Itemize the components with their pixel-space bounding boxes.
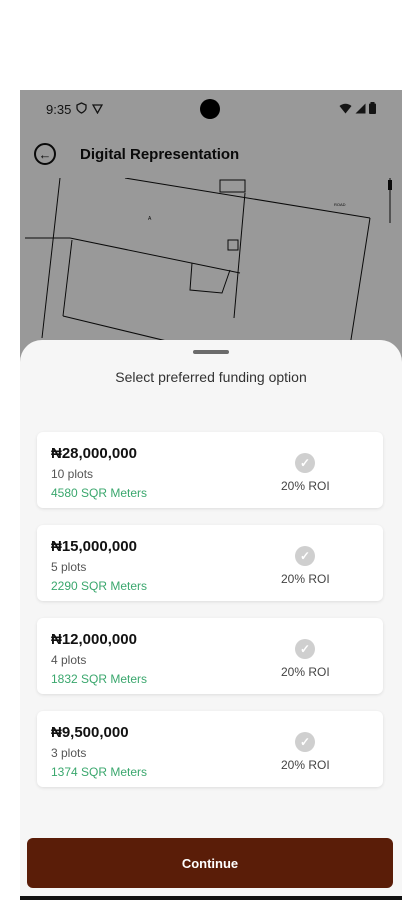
funding-option-card[interactable]: ₦15,000,000 5 plots 2290 SQR Meters ✓ 20… — [37, 525, 383, 601]
option-price: ₦28,000,000 — [51, 445, 137, 462]
option-roi: 20% ROI — [281, 758, 330, 772]
option-plots: 10 plots — [51, 467, 94, 481]
check-circle-icon[interactable]: ✓ — [295, 732, 315, 752]
option-roi: 20% ROI — [281, 572, 330, 586]
funding-option-card[interactable]: ₦12,000,000 4 plots 1832 SQR Meters ✓ 20… — [37, 618, 383, 694]
check-circle-icon[interactable]: ✓ — [295, 639, 315, 659]
funding-option-card[interactable]: ₦28,000,000 10 plots 4580 SQR Meters ✓ 2… — [37, 432, 383, 508]
device-screen: 9:35 ← Digital Representation A ROAD Sel… — [20, 90, 402, 900]
option-area: 4580 SQR Meters — [51, 486, 148, 500]
option-area: 1832 SQR Meters — [51, 672, 148, 686]
bottom-edge — [20, 896, 402, 900]
option-price: ₦9,500,000 — [51, 724, 129, 741]
option-plots: 4 plots — [51, 653, 87, 667]
continue-button[interactable]: Continue — [27, 838, 393, 888]
check-circle-icon[interactable]: ✓ — [295, 546, 315, 566]
sheet-drag-handle[interactable] — [193, 350, 229, 354]
option-roi: 20% ROI — [281, 665, 330, 679]
sheet-title: Select preferred funding option — [115, 369, 307, 385]
option-area: 1374 SQR Meters — [51, 765, 148, 779]
funding-option-card[interactable]: ₦9,500,000 3 plots 1374 SQR Meters ✓ 20%… — [37, 711, 383, 787]
option-plots: 5 plots — [51, 560, 87, 574]
funding-bottom-sheet: Select preferred funding option ₦28,000,… — [20, 340, 402, 900]
option-plots: 3 plots — [51, 746, 87, 760]
option-price: ₦15,000,000 — [51, 538, 137, 555]
option-area: 2290 SQR Meters — [51, 579, 148, 593]
option-price: ₦12,000,000 — [51, 631, 137, 648]
option-roi: 20% ROI — [281, 479, 330, 493]
check-circle-icon[interactable]: ✓ — [295, 453, 315, 473]
